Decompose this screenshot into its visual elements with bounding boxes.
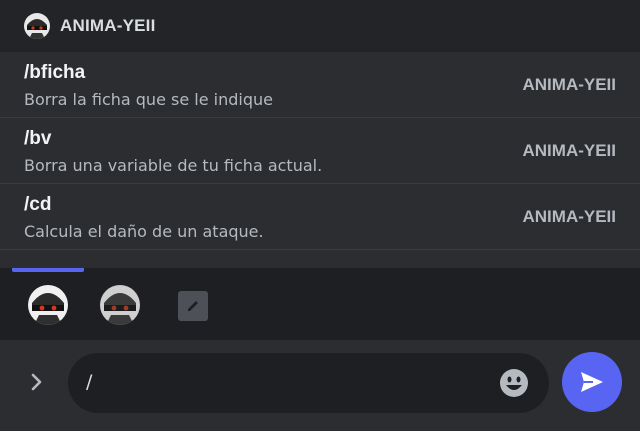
pencil-icon[interactable] (178, 291, 208, 321)
command-source: ANIMA-YEII (522, 141, 617, 160)
command-description: Calcula el daño de un ataque. (24, 222, 264, 241)
message-input[interactable]: / (68, 353, 549, 413)
popup-header-title: ANIMA-YEII (60, 16, 156, 35)
app-tray (0, 268, 640, 340)
chevron-right-icon[interactable] (26, 371, 48, 393)
command-name: /bv (24, 128, 52, 149)
command-item-bv[interactable]: /bv Borra una variable de tu ficha actua… (0, 118, 640, 184)
command-autocomplete-popup: ANIMA-YEII /bficha Borra la ficha que se… (0, 0, 640, 268)
command-item-cd[interactable]: /cd Calcula el daño de un ataque. ANIMA-… (0, 184, 640, 250)
command-item-bficha[interactable]: /bficha Borra la ficha que se le indique… (0, 52, 640, 118)
command-source: ANIMA-YEII (522, 207, 617, 226)
message-input-text: / (86, 371, 93, 393)
send-icon[interactable] (562, 352, 622, 412)
bot-avatar-icon[interactable] (100, 285, 140, 325)
bot-avatar-icon (24, 13, 50, 39)
message-composer: / (0, 340, 640, 431)
command-description: Borra la ficha que se le indique (24, 90, 273, 109)
command-source: ANIMA-YEII (522, 75, 617, 94)
command-name: /bficha (24, 62, 86, 83)
command-name: /cd (24, 194, 52, 215)
emoji-icon[interactable] (499, 368, 529, 398)
command-item-partial[interactable] (0, 250, 640, 268)
command-description: Borra una variable de tu ficha actual. (24, 156, 323, 175)
selected-tab-indicator (12, 268, 84, 272)
bot-avatar-icon[interactable] (28, 285, 68, 325)
popup-header: ANIMA-YEII (0, 0, 640, 52)
